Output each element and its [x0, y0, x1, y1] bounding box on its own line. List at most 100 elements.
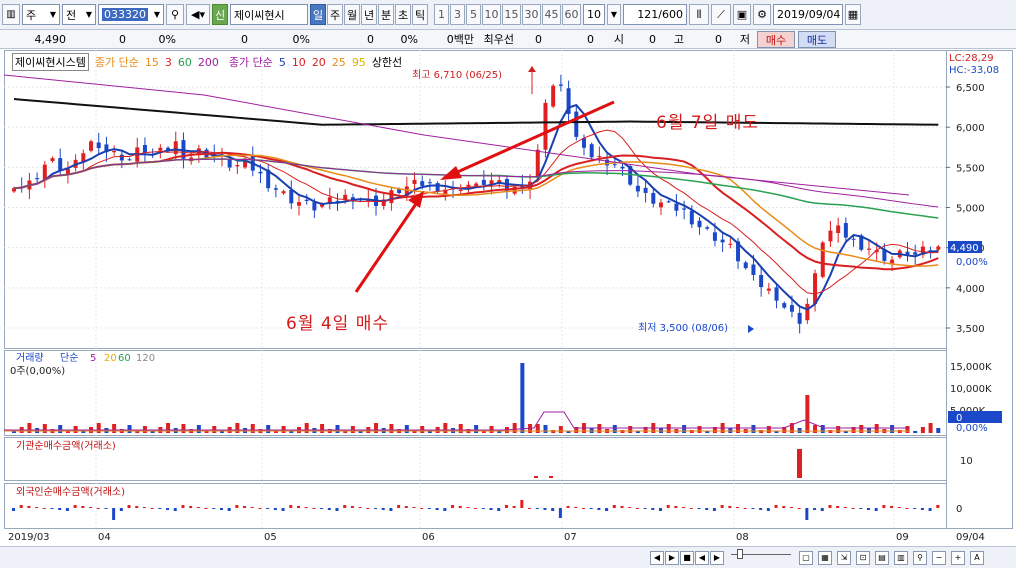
ma-period-label: 25: [331, 55, 346, 69]
candle-type-icon[interactable]: ⫴: [689, 4, 709, 25]
candle-body: [612, 164, 617, 166]
scale-icon[interactable]: ⊡: [856, 550, 870, 565]
sell-button[interactable]: 매도: [798, 31, 836, 48]
minus-icon[interactable]: −: [932, 550, 946, 565]
date-input[interactable]: 2019/09/04: [773, 4, 843, 25]
volume-bar: [813, 425, 818, 433]
foreign-bar: [481, 508, 485, 509]
inst-bar: [549, 476, 553, 478]
volume-bar: [697, 426, 702, 433]
buy-button[interactable]: 매수: [757, 31, 795, 48]
zoom-out-icon[interactable]: ⚲: [913, 550, 927, 565]
play-forward-icon[interactable]: ▶: [665, 550, 679, 565]
volume-value: 0: [241, 32, 248, 46]
stop-icon[interactable]: ■: [680, 550, 694, 565]
sound-icon[interactable]: ◀▾: [186, 4, 210, 25]
volume-pct-label: 0,00%: [956, 423, 988, 434]
foreign-tick-label: 0: [956, 504, 962, 515]
ma-period-label: 5: [278, 55, 286, 69]
scroll-left-icon[interactable]: ◀: [695, 550, 709, 565]
candle-body: [820, 242, 825, 277]
company-legend[interactable]: 제이씨현시스템: [12, 53, 89, 71]
plus-icon[interactable]: +: [951, 550, 965, 565]
ma-period-label: 60: [177, 55, 192, 69]
interval-button[interactable]: 60: [562, 4, 581, 25]
period-tab[interactable]: 분: [378, 4, 394, 25]
chart-window-icon[interactable]: ▥: [2, 4, 20, 25]
foreign-bar: [266, 508, 270, 509]
line-tool-icon[interactable]: ⟋: [711, 4, 731, 25]
volume-pct: 0%: [292, 32, 310, 46]
volume-bar: [543, 425, 548, 433]
zoom-slider-handle[interactable]: [737, 548, 743, 559]
period-tab[interactable]: 초: [395, 4, 411, 25]
chevron-down-icon: ▼: [85, 10, 92, 19]
gear-icon[interactable]: ⚙: [753, 4, 771, 25]
period-select[interactable]: 전 ▼: [62, 4, 96, 25]
volume-bar: [766, 426, 771, 433]
foreign-bar: [50, 508, 54, 509]
interval-button[interactable]: 15: [502, 4, 521, 25]
ma-period-label: 3: [164, 55, 172, 69]
price-tick-label: 5,500: [956, 163, 985, 174]
interval-input[interactable]: 10: [583, 4, 605, 25]
layout-icon[interactable]: ▦: [818, 550, 832, 565]
volume-bar: [474, 425, 479, 433]
interval-button[interactable]: 30: [522, 4, 541, 25]
volume-bar: [805, 395, 810, 433]
count-input[interactable]: 121/600: [623, 4, 687, 25]
inst-title: 기관순매수금액(거래소): [16, 440, 116, 452]
candle-body: [728, 243, 733, 245]
volume-bar: [928, 423, 933, 433]
candle-body: [127, 159, 132, 161]
candle-body: [258, 171, 263, 174]
chevron-down-icon: ▼: [49, 10, 56, 19]
credit-badge[interactable]: 신: [212, 4, 228, 25]
candle-body: [50, 158, 55, 162]
foreign-bar: [936, 505, 940, 508]
search-icon[interactable]: ⚲: [166, 4, 184, 25]
panel-icon[interactable]: ▥: [894, 550, 908, 565]
interval-button[interactable]: 1: [434, 4, 449, 25]
period-tab[interactable]: 일: [310, 4, 326, 25]
chevron-down-icon[interactable]: ▼: [607, 4, 621, 25]
candle-body: [689, 210, 694, 225]
copy-icon[interactable]: ▢: [799, 550, 813, 565]
volume-ma-period: 120: [136, 353, 155, 364]
foreign-bar: [512, 506, 516, 508]
foreign-bar: [689, 508, 693, 509]
foreign-bar: [420, 508, 424, 509]
period-tab[interactable]: 년: [361, 4, 377, 25]
scroll-right-icon[interactable]: ▶: [710, 550, 724, 565]
calendar-icon[interactable]: ▦: [845, 4, 861, 25]
save-icon[interactable]: ▣: [733, 4, 751, 25]
interval-button[interactable]: 45: [542, 4, 561, 25]
market-select[interactable]: 주 ▼: [22, 4, 60, 25]
play-back-icon[interactable]: ◀: [650, 550, 664, 565]
foreign-bar: [620, 506, 624, 508]
period-tab[interactable]: 주: [327, 4, 343, 25]
volume-bar: [112, 424, 117, 433]
amount-value: 0: [367, 32, 374, 46]
volume-tick-label: 10,000K: [950, 384, 992, 395]
period-tab[interactable]: 틱: [412, 4, 428, 25]
candle-body: [227, 159, 232, 168]
candle-body: [743, 262, 748, 269]
font-size-icon[interactable]: A: [970, 550, 984, 565]
interval-button[interactable]: 3: [450, 4, 465, 25]
interval-button[interactable]: 5: [466, 4, 481, 25]
period-tab[interactable]: 월: [344, 4, 360, 25]
stock-code-input[interactable]: 033320 ▼: [98, 4, 164, 25]
chart-panel: [4, 437, 947, 481]
foreign-bar: [35, 507, 39, 508]
foreign-bar: [289, 505, 293, 508]
zoom-slider[interactable]: [731, 548, 791, 562]
foreign-bar: [366, 508, 370, 509]
grid-icon[interactable]: ▤: [875, 550, 889, 565]
candle-body: [936, 246, 941, 250]
volume-bar: [535, 424, 540, 433]
fit-icon[interactable]: ⇲: [837, 550, 851, 565]
volume-bar: [890, 425, 895, 433]
candle-body: [666, 201, 671, 203]
interval-button[interactable]: 10: [482, 4, 501, 25]
